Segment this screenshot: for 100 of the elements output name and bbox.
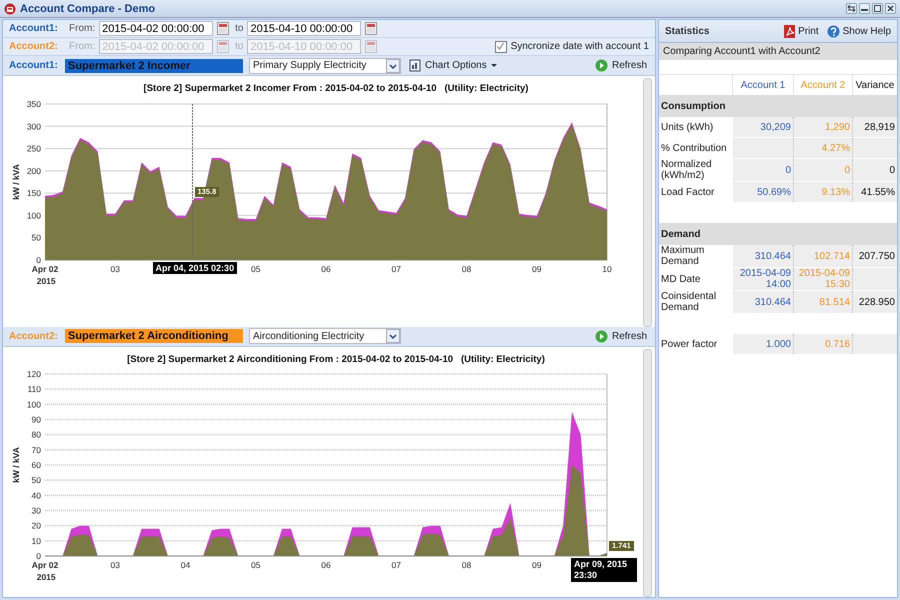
from-label: From: [69,41,96,52]
refresh-button[interactable]: Refresh [592,59,649,72]
y-tick-label: 60 [32,460,41,470]
x-tick-label: 07 [392,560,401,570]
x-tick-label: 04 [180,560,190,570]
calendar-icon[interactable] [365,22,378,35]
account-label: Account1: [9,23,59,34]
section-header: Demand [659,223,897,245]
table-cell: 50.69% [732,182,794,202]
x-tick-label: 10 [602,264,612,274]
y-tick-label: 110 [27,384,41,394]
y-axis-label: kW / kVA [11,164,21,200]
dropdown-value: Airconditioning Electricity [252,330,366,342]
caret-icon [490,64,497,67]
date-field[interactable]: 2015-04-10 00:00:00 [247,21,362,36]
column-header: Variance [856,80,894,90]
refresh-icon [594,59,608,72]
y-tick-label: 100 [26,210,41,220]
y-tick-label: 150 [26,188,41,198]
y-tick-label: 30 [32,505,41,515]
table-cell: 102.714 [794,245,852,268]
checkmark-icon [496,42,506,51]
x-tick-label: 03 [110,264,120,274]
column-header: Account 1 [740,80,786,90]
account-name-field[interactable]: Supermarket 2 Airconditioning [65,329,243,343]
from-label: From: [69,23,96,34]
print-button[interactable]: Print [784,24,819,38]
y-axis-label: kW / kVA [11,446,21,482]
y-tick-label: 80 [32,429,41,440]
x-tick-label: 05 [251,264,260,274]
table-cell: 28,919 [852,117,897,138]
pdf-icon [784,24,796,38]
utility-dropdown[interactable]: Airconditioning Electricity [249,328,401,344]
app-icon [4,2,16,14]
table-cell: 228.950 [852,290,897,314]
sync-label: Syncronize date with account 1 [510,41,649,52]
refresh-button[interactable]: Refresh [592,330,649,342]
comparison-caption: Comparing Account1 with Account2 [659,43,897,60]
window-title: Account Compare - Demo [20,2,156,14]
y-tick-label: 0 [36,550,41,560]
y-tick-label: 350 [26,99,41,109]
y-tick-label: 300 [26,121,41,132]
calendar-icon [365,40,378,53]
x-tick-label: Apr 02 2015 [32,264,58,286]
scrollbar[interactable] [643,348,652,597]
y-tick-label: 20 [32,520,41,530]
table-cell: 2015-04-09 14:00 [732,268,794,290]
table-cell: 207.750 [852,245,897,268]
table-cell: 0.716 [794,334,852,354]
row-label: Maximum Demand [659,245,732,268]
y-tick-label: 100 [26,398,41,409]
table-cell: 0 [732,158,794,182]
y-tick-label: 10 [32,535,41,546]
table-cell: 2015-04-09 15:30 [794,268,852,290]
x-tick-label: 07 [392,264,401,274]
x-tick-label: Apr 02 2015 [32,560,58,582]
close-icon[interactable] [885,3,896,14]
table-cell: 310.464 [732,245,794,268]
to-label: to [235,41,244,52]
utility-dropdown[interactable]: Primary Supply Electricity [249,58,401,74]
chart-options-button[interactable]: Chart Options [407,59,499,72]
x-tick-label: 06 [321,560,331,570]
calendar-icon [217,40,230,53]
table-cell: 41.55% [852,182,897,202]
chart-title: [Store 2] Supermarket 2 Incomer From : 2015-04-02 to 2015-04-10 (Utility: Electricity) [144,83,528,94]
y-tick-label: 250 [26,144,41,154]
table-cell: 310.464 [732,290,794,314]
x-tick-label: 08 [462,264,472,274]
y-tick-label: 120 [26,368,41,378]
account-label: Account2: [9,41,59,52]
y-tick-label: 70 [32,444,41,454]
date-field: 2015-04-10 00:00:00 [247,39,362,54]
swap-arrows-icon[interactable] [846,3,857,14]
refresh-icon [594,330,608,342]
time-tooltip: Apr 09, 2015 23:30 [571,558,637,582]
column-header: Account 2 [800,80,846,90]
x-tick-label: 05 [251,560,260,570]
y-tick-label: 50 [32,474,41,485]
scrollbar[interactable] [643,78,652,326]
x-tick-label: 09 [532,560,542,570]
help-icon [826,24,840,38]
table-cell: 4.27% [794,138,852,158]
maximize-icon[interactable] [872,3,883,14]
x-tick-label: 03 [110,560,120,570]
x-tick-label: 06 [321,264,331,274]
dropdown-value: Primary Supply Electricity [252,60,368,71]
calendar-icon[interactable] [217,22,230,35]
minimize-icon[interactable] [859,3,870,14]
y-tick-label: 0 [36,255,41,265]
help-button[interactable]: Show Help [826,24,891,38]
chart-icon [409,59,421,72]
table-cell: 81.514 [794,290,852,314]
table-cell: 0 [852,158,897,182]
date-field[interactable]: 2015-04-02 00:00:00 [99,21,214,36]
table-cell: 30,209 [732,117,794,138]
x-tick-label: 09 [532,264,542,274]
chart-title: [Store 2] Supermarket 2 Airconditioning From : 2015-04-02 to 2015-04-10 (Utility: Electricity) [127,354,545,364]
account-label: Account2: [9,330,59,342]
table-cell: 0 [794,158,852,182]
y-tick-label: 200 [26,166,41,176]
